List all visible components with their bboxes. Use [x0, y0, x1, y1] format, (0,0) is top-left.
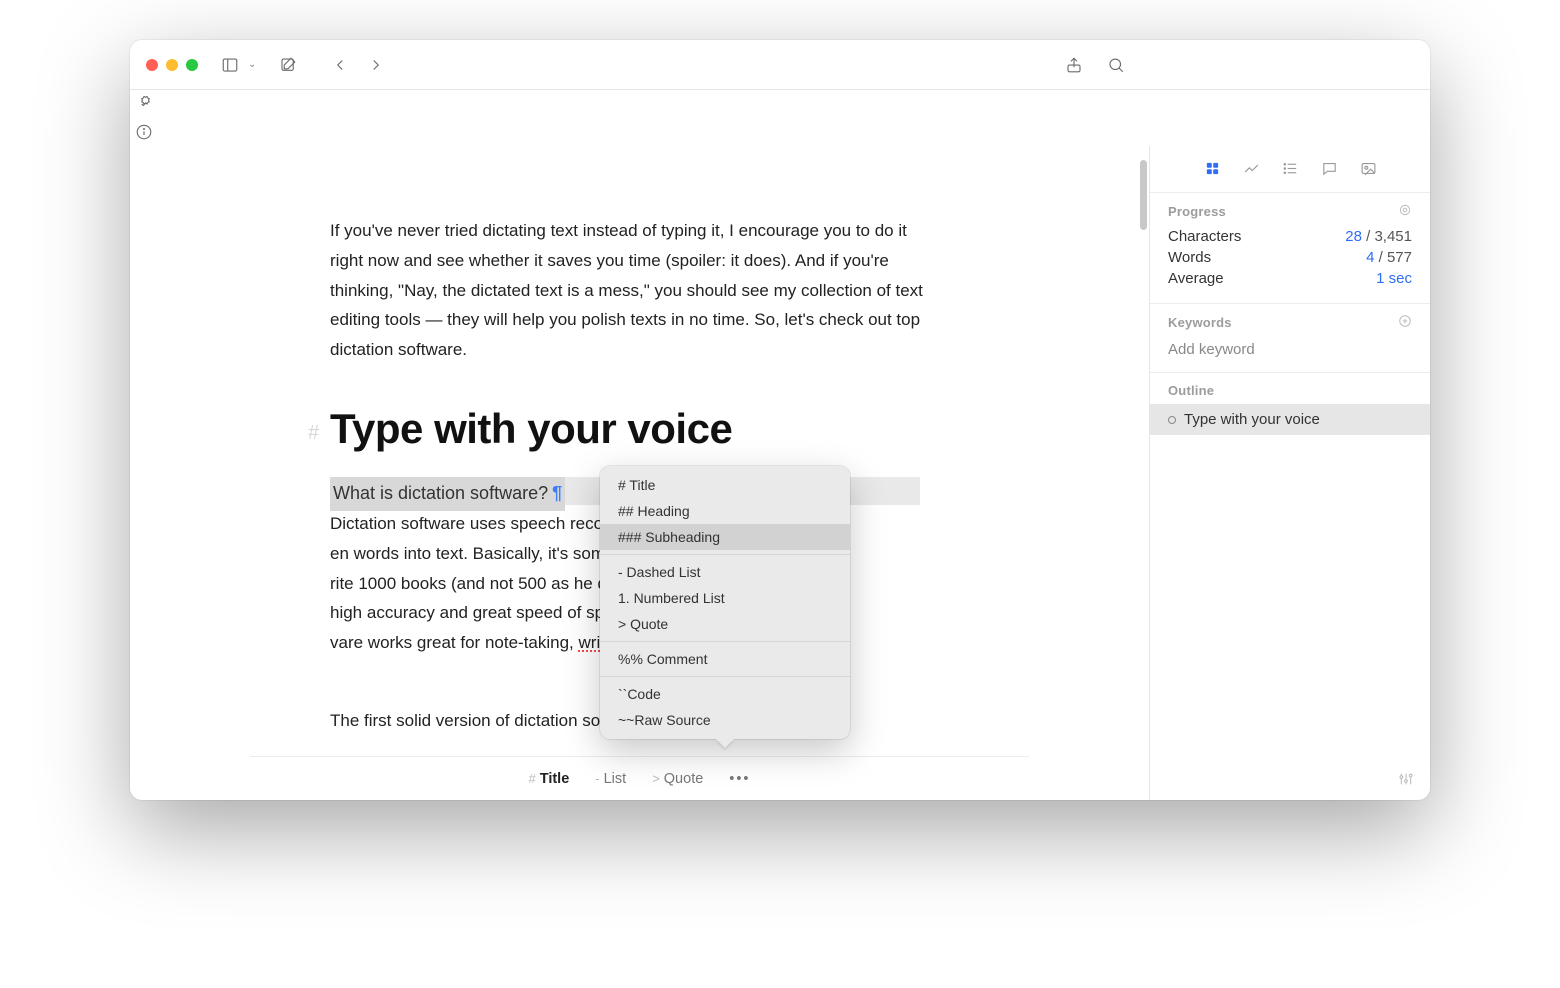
h1-hash-marker: # — [308, 422, 319, 445]
nav-forward-button[interactable] — [362, 51, 390, 79]
tab-outline[interactable] — [1282, 160, 1299, 180]
traffic-lights — [146, 59, 198, 71]
popup-item-quote[interactable]: > Quote — [600, 611, 850, 637]
popup-item-code[interactable]: ``Code — [600, 681, 850, 707]
search-button[interactable] — [1102, 51, 1130, 79]
progress-average: Average 1 sec — [1168, 268, 1412, 289]
popup-separator — [600, 641, 850, 642]
popup-separator — [600, 676, 850, 677]
sidebar-tabs — [1150, 146, 1430, 193]
progress-header: Progress — [1168, 204, 1226, 219]
outline-item[interactable]: Type with your voice — [1150, 404, 1430, 435]
nav-back-button[interactable] — [326, 51, 354, 79]
popup-item-title[interactable]: # Title — [600, 472, 850, 498]
format-popup: # Title ## Heading ### Subheading - Dash… — [600, 466, 850, 739]
share-button[interactable] — [1060, 51, 1088, 79]
inspector-sidebar: Progress Characters 28 / 3,451 Words 4 /… — [1150, 146, 1430, 800]
close-button[interactable] — [146, 59, 158, 71]
heading-2-text: What is dictation software? — [333, 483, 548, 503]
tab-attachments[interactable] — [1360, 160, 1377, 180]
tab-stats[interactable] — [1243, 160, 1260, 180]
formatbar-more[interactable]: ••• — [729, 771, 750, 787]
progress-section: Progress Characters 28 / 3,451 Words 4 /… — [1150, 193, 1430, 304]
formatbar-title[interactable]: # Title — [528, 771, 569, 787]
review-button[interactable] — [130, 90, 158, 118]
app-window: ⌄ If — [130, 40, 1430, 800]
outline-bullet-icon — [1168, 416, 1176, 424]
add-keyword-button[interactable] — [1398, 314, 1412, 331]
minimize-button[interactable] — [166, 59, 178, 71]
formatbar-list[interactable]: - List — [595, 771, 626, 787]
popup-item-comment[interactable]: %% Comment — [600, 646, 850, 672]
popup-item-subheading[interactable]: ### Subheading — [600, 524, 850, 550]
keyword-input[interactable]: Add keyword — [1168, 337, 1412, 358]
popup-item-raw-source[interactable]: ~~Raw Source — [600, 707, 850, 733]
pilcrow-icon: ¶ — [548, 483, 562, 503]
heading-1[interactable]: # Type with your voice — [330, 405, 1059, 453]
sidebar-toggle-chevron-icon[interactable]: ⌄ — [248, 59, 256, 70]
popup-item-numbered-list[interactable]: 1. Numbered List — [600, 585, 850, 611]
compose-button[interactable] — [274, 51, 302, 79]
formatbar-quote[interactable]: > Quote — [652, 771, 703, 787]
popup-item-heading[interactable]: ## Heading — [600, 498, 850, 524]
popup-item-dashed-list[interactable]: - Dashed List — [600, 559, 850, 585]
heading-1-text: Type with your voice — [330, 405, 732, 452]
intro-paragraph[interactable]: If you've never tried dictating text ins… — [330, 216, 930, 365]
sidebar-toggle-button[interactable] — [216, 51, 244, 79]
progress-characters: Characters 28 / 3,451 — [1168, 226, 1412, 247]
titlebar: ⌄ — [130, 40, 1430, 90]
keywords-header: Keywords — [1168, 315, 1232, 330]
popup-separator — [600, 554, 850, 555]
tab-comments[interactable] — [1321, 160, 1338, 180]
progress-words: Words 4 / 577 — [1168, 247, 1412, 268]
zoom-button[interactable] — [186, 59, 198, 71]
outline-header: Outline — [1168, 383, 1214, 398]
tab-overview[interactable] — [1204, 160, 1221, 180]
info-button[interactable] — [130, 118, 158, 146]
keywords-section: Keywords Add keyword — [1150, 304, 1430, 373]
outline-section: Outline Type with your voice — [1150, 373, 1430, 449]
editor-pane: If you've never tried dictating text ins… — [130, 146, 1150, 800]
format-bar: # Title - List > Quote ••• — [250, 756, 1029, 800]
sidebar-settings-icon[interactable] — [1398, 771, 1414, 790]
progress-target-icon[interactable] — [1398, 203, 1412, 220]
outline-item-label: Type with your voice — [1184, 411, 1320, 428]
